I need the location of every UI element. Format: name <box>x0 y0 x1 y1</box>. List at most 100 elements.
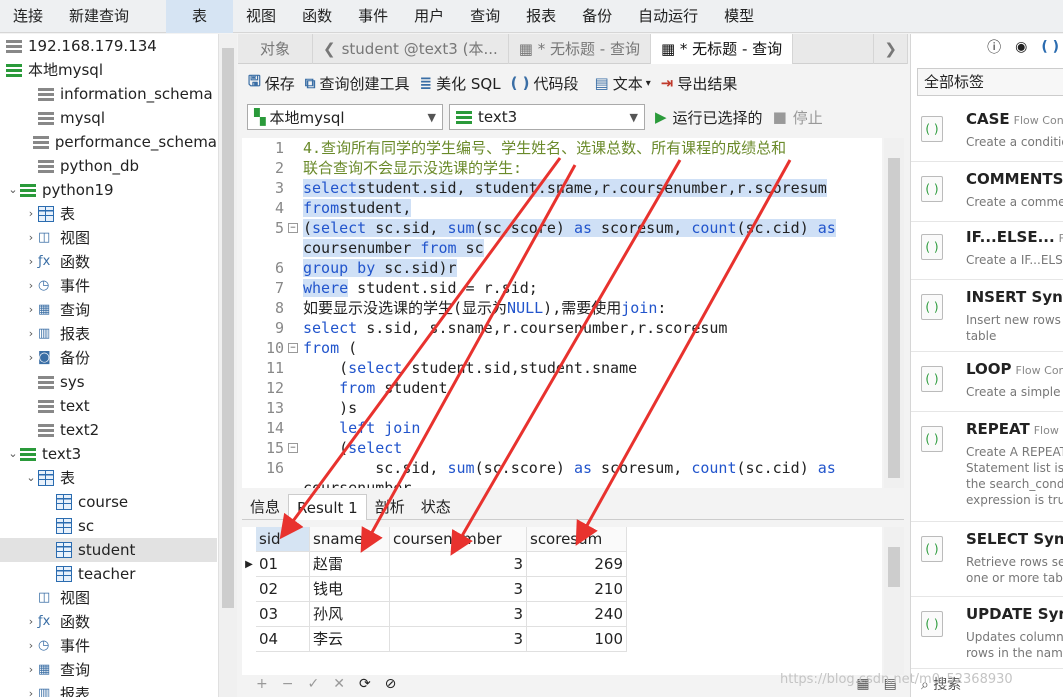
export-result-button[interactable]: ⇥ 导出结果 <box>661 73 738 94</box>
menu-item-0[interactable]: 连接 <box>0 0 56 33</box>
stop-icon[interactable]: ⊘ <box>385 676 397 692</box>
tree-item[interactable]: text <box>0 394 217 418</box>
table-cell[interactable]: 3 <box>390 602 527 627</box>
tree-scrollbar-thumb[interactable] <box>222 48 234 608</box>
tree-item[interactable]: › 表 <box>0 202 217 226</box>
database-select[interactable]: text3 ▼ <box>449 104 645 130</box>
add-row-icon[interactable]: + <box>256 676 268 692</box>
expand-arrow-icon[interactable]: › <box>24 634 38 658</box>
text-button[interactable]: ▤ 文本 ▾ <box>595 73 651 94</box>
column-header[interactable]: coursenumber <box>390 527 527 552</box>
table-row[interactable]: 04 李云 3 100 <box>242 627 627 652</box>
expand-arrow-icon[interactable]: › <box>24 682 38 697</box>
snippet-item[interactable]: ( ) IF...ELSE... Flow Create a IF...ELSE... <box>911 222 1063 280</box>
table-cell[interactable]: 269 <box>527 552 627 577</box>
tree-item[interactable]: student <box>0 538 217 562</box>
expand-arrow-icon[interactable]: › <box>24 610 38 634</box>
tree-item[interactable]: performance_schema <box>0 130 217 154</box>
table-cell[interactable]: 04 <box>256 627 310 652</box>
apply-icon[interactable]: ✓ <box>307 676 319 692</box>
table-row[interactable]: ▶ 01 赵雷 3 269 <box>242 552 627 577</box>
expand-arrow-icon[interactable]: › <box>24 226 38 250</box>
fold-toggle-icon[interactable]: − <box>288 343 298 353</box>
snippet-item[interactable]: ( ) UPDATE Syntax Updates columns rows in t… <box>911 599 1063 669</box>
menu-item-6[interactable]: 用户 <box>401 0 457 33</box>
menu-item-11[interactable]: 模型 <box>711 0 767 33</box>
menu-item-8[interactable]: 报表 <box>513 0 569 33</box>
snippet-icon[interactable]: ( ) <box>1041 39 1059 55</box>
expand-arrow-icon[interactable]: › <box>24 202 38 226</box>
grid-scrollbar[interactable] <box>884 527 904 675</box>
table-row[interactable]: 02 钱电 3 210 <box>242 577 627 602</box>
tree-item[interactable]: sc <box>0 514 217 538</box>
tree-item[interactable]: ◫ 视图 <box>0 586 217 610</box>
run-selected-button[interactable]: ▶ 运行已选择的 <box>655 107 763 128</box>
menu-item-9[interactable]: 备份 <box>569 0 625 33</box>
tree-item[interactable]: text2 <box>0 418 217 442</box>
back-arrow-icon[interactable]: ❮ <box>323 34 336 64</box>
expand-arrow-icon[interactable]: › <box>24 322 38 346</box>
column-header[interactable]: sname <box>310 527 390 552</box>
stop-button[interactable]: ■ 停止 <box>773 107 823 128</box>
tree-item[interactable]: › ◫ 视图 <box>0 226 217 250</box>
tree-item[interactable]: › ▥ 报表 <box>0 322 217 346</box>
tree-item[interactable]: sys <box>0 370 217 394</box>
table-cell[interactable]: 李云 <box>310 627 390 652</box>
table-cell[interactable]: 240 <box>527 602 627 627</box>
tab-student-table[interactable]: ❮ student @text3 (本... <box>313 34 509 64</box>
menu-item-10[interactable]: 自动运行 <box>625 0 711 33</box>
connection-select[interactable]: ▚ 本地mysql ▼ <box>247 104 443 130</box>
refresh-icon[interactable]: ⟳ <box>359 676 371 692</box>
beautify-sql-button[interactable]: ≣ 美化 SQL <box>420 73 501 94</box>
table-row[interactable]: 03 孙风 3 240 <box>242 602 627 627</box>
tree-item[interactable]: › ƒx 函数 <box>0 250 217 274</box>
menu-item-3[interactable]: 视图 <box>233 0 289 33</box>
code-snippet-button[interactable]: ( ) 代码段 <box>511 73 579 94</box>
column-header[interactable]: sid <box>256 527 310 552</box>
table-cell[interactable]: 钱电 <box>310 577 390 602</box>
expand-arrow-icon[interactable]: ⌄ <box>6 178 20 202</box>
expand-arrow-icon[interactable]: › <box>24 250 38 274</box>
tag-filter-select[interactable]: 全部标签 <box>917 68 1063 96</box>
table-cell[interactable]: 02 <box>256 577 310 602</box>
table-cell[interactable]: 210 <box>527 577 627 602</box>
table-cell[interactable]: 3 <box>390 577 527 602</box>
table-cell[interactable]: 3 <box>390 552 527 577</box>
tree-item[interactable]: ⌄ text3 <box>0 442 217 466</box>
tree-item[interactable]: › ƒx 函数 <box>0 610 217 634</box>
snippet-item[interactable]: ( ) SELECT Syntax Retrieve rows selected on… <box>911 524 1063 597</box>
snippet-item[interactable]: ( ) COMMENTS Create a comment <box>911 164 1063 222</box>
tree-item[interactable]: course <box>0 490 217 514</box>
eye-icon[interactable]: ◉ <box>1015 39 1027 55</box>
delete-row-icon[interactable]: − <box>282 676 294 692</box>
snippet-item[interactable]: ( ) LOOPFlow Control Create a simple loop <box>911 354 1063 412</box>
query-builder-button[interactable]: ⧉ 查询创建工具 <box>305 73 410 94</box>
table-cell[interactable]: 100 <box>527 627 627 652</box>
tree-item[interactable]: python_db <box>0 154 217 178</box>
fold-toggle-icon[interactable]: − <box>288 443 298 453</box>
tree-item[interactable]: › ▦ 查询 <box>0 298 217 322</box>
snippet-item[interactable]: ( ) CASEFlow Control Create a conditional <box>911 104 1063 162</box>
tab-objects[interactable]: 对象 <box>238 34 314 64</box>
table-cell[interactable]: 孙风 <box>310 602 390 627</box>
snippet-item[interactable]: ( ) INSERT Syntax Insert new rows into a ta… <box>911 282 1063 352</box>
fold-toggle-icon[interactable]: − <box>288 223 298 233</box>
expand-arrow-icon[interactable]: › <box>24 346 38 370</box>
tree-item[interactable]: information_schema <box>0 82 217 106</box>
editor-scrollbar-thumb[interactable] <box>888 158 900 478</box>
editor-scrollbar[interactable] <box>884 138 904 488</box>
menu-item-5[interactable]: 事件 <box>345 0 401 33</box>
column-header[interactable]: scoresum <box>527 527 627 552</box>
table-cell[interactable]: 01 <box>256 552 310 577</box>
expand-arrow-icon[interactable]: › <box>24 658 38 682</box>
tree-item[interactable]: mysql <box>0 106 217 130</box>
tree-item[interactable]: › ◙ 备份 <box>0 346 217 370</box>
sql-editor[interactable]: 1 4.查询所有同学的学生编号、学生姓名、选课总数、所有课程的成绩总和 2 联合查询不… <box>242 138 882 488</box>
table-cell[interactable]: 03 <box>256 602 310 627</box>
tree-item[interactable]: 192.168.179.134 <box>0 34 217 58</box>
expand-arrow-icon[interactable]: ⌄ <box>6 442 20 466</box>
menu-item-2[interactable]: 表 <box>166 0 234 33</box>
table-cell[interactable]: 3 <box>390 627 527 652</box>
snippet-item[interactable]: ( ) REPEATFlow C Create A REPEAT Statement … <box>911 414 1063 522</box>
tree-item[interactable]: 本地mysql <box>0 58 217 82</box>
